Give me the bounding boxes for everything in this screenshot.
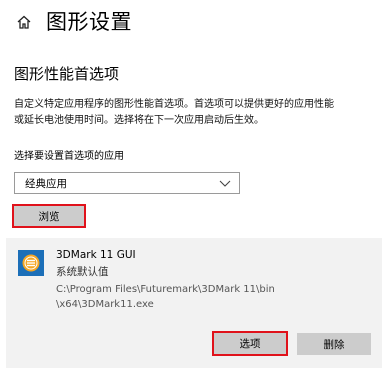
app-preference: 系统默认值	[56, 266, 109, 278]
app-path-line-1: C:\Program Files\Futuremark\3DMark 11\bi…	[56, 284, 275, 295]
dropdown-selected-value: 经典应用	[25, 177, 67, 190]
app-type-dropdown[interactable]: 经典应用	[14, 172, 240, 194]
app-path-line-2: \x64\3DMark11.exe	[56, 299, 154, 310]
description-line-2: 或延长电池使用时间。选择将在下一次应用启动后生效。	[14, 115, 264, 126]
options-button[interactable]: 选项	[212, 331, 288, 356]
home-icon[interactable]	[16, 13, 34, 31]
section-title: 图形性能首选项	[14, 65, 120, 83]
browse-button[interactable]: 浏览	[12, 204, 86, 228]
chevron-down-icon	[219, 179, 231, 187]
description-line-1: 自定义特定应用程序的图形性能首选项。首选项可以提供更好的应用性能	[14, 99, 334, 110]
app-select-label: 选择要设置首选项的应用	[14, 151, 124, 162]
page-header: 图形设置	[16, 8, 132, 36]
graphics-settings-page: 图形设置 图形性能首选项 自定义特定应用程序的图形性能首选项。首选项可以提供更好…	[0, 0, 382, 375]
app-name: 3DMark 11 GUI	[56, 249, 136, 261]
delete-button[interactable]: 删除	[297, 333, 371, 355]
app-list-item[interactable]: 3DMark 11 GUI 系统默认值 C:\Program Files\Fut…	[6, 238, 382, 368]
app-icon	[18, 250, 44, 276]
page-title: 图形设置	[46, 10, 132, 34]
app-path: C:\Program Files\Futuremark\3DMark 11\bi…	[56, 282, 296, 312]
section-description: 自定义特定应用程序的图形性能首选项。首选项可以提供更好的应用性能 或延长电池使用…	[14, 97, 382, 129]
